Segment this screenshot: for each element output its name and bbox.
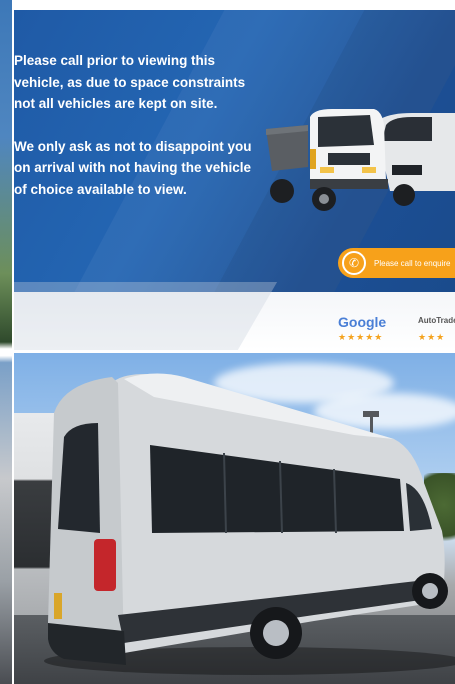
truck-windscreen xyxy=(318,115,374,147)
previous-slide-edge xyxy=(0,0,12,684)
banner-paragraph-1: Please call prior to viewing this vehicl… xyxy=(14,53,246,111)
van-wheel xyxy=(393,184,415,206)
number-plate xyxy=(54,593,62,619)
truck-headlight xyxy=(320,167,334,173)
vehicle-photo[interactable] xyxy=(14,353,455,684)
call-to-enquire-label: Please call to enquire xyxy=(374,258,451,268)
wheel-hub xyxy=(263,620,289,646)
google-logo[interactable]: Google xyxy=(338,314,386,330)
autotrader-rating-stars: ★★★ xyxy=(418,332,446,342)
wheel-hub xyxy=(422,583,438,599)
reviews-strip: Google ★★★★★ AutoTrader ★★★ xyxy=(14,282,455,350)
wheel-hub xyxy=(319,194,329,204)
minibus-rear-window xyxy=(58,423,100,533)
google-wordmark: Google xyxy=(338,314,387,330)
phone-icon: ✆ xyxy=(342,251,366,275)
call-to-enquire-button[interactable]: ✆ Please call to enquire xyxy=(338,248,455,278)
banner-paragraph-2: We only ask as not to disappoint you on … xyxy=(14,138,252,197)
truck-stripe xyxy=(310,149,316,169)
truck-headlight xyxy=(362,167,376,173)
van-grille xyxy=(392,165,422,175)
minibus-image xyxy=(44,373,455,675)
banner-message: Please call prior to viewing this vehicl… xyxy=(14,50,252,221)
truck-rear-wheel xyxy=(270,179,294,203)
commercial-vehicles-image xyxy=(266,109,455,211)
minibus-rear-light xyxy=(94,539,116,591)
autotrader-wordmark: AutoTrader xyxy=(418,316,455,325)
google-rating-stars: ★★★★★ xyxy=(338,332,384,342)
strip-swoosh xyxy=(14,282,278,350)
info-banner: Please call prior to viewing this vehicl… xyxy=(14,10,455,350)
autotrader-logo[interactable]: AutoTrader xyxy=(418,316,455,325)
truck-grille xyxy=(328,153,370,165)
